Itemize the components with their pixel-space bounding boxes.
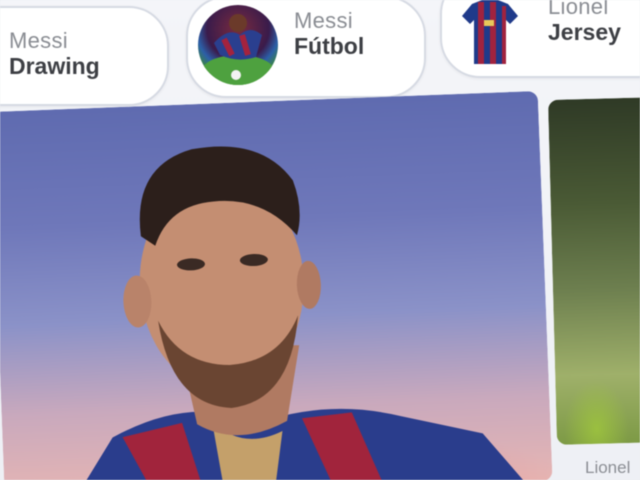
chip-text: Messi Fútbol [294, 8, 364, 60]
chip-messi-futbol[interactable]: Messi Fútbol [186, 0, 426, 98]
chip-label-bottom: Drawing [9, 53, 100, 80]
jersey-icon [462, 0, 518, 64]
chip-label-bottom: Jersey [548, 19, 621, 46]
chip-text: Lionel Jersey [548, 0, 621, 46]
result-caption: Lionel [585, 458, 631, 477]
related-searches-row: Messi Drawing Messi Fútbol Lionel Jersey [0, 0, 640, 110]
chip-label-top: Lionel [548, 0, 609, 19]
chip-label-bottom: Fútbol [294, 33, 365, 60]
chip-text: Messi Drawing [9, 28, 100, 80]
player-portrait-photo [74, 146, 525, 480]
chip-lionel-jersey[interactable]: Lionel Jersey [440, 0, 640, 78]
chip-label-top: Messi [9, 28, 68, 53]
soccer-ball-thumbnail-icon [198, 5, 278, 85]
result-image-side[interactable] [548, 97, 640, 445]
jersey-thumbnail-icon [458, 0, 522, 68]
chip-label-top: Messi [294, 8, 353, 33]
player-illustration-icon [202, 14, 274, 85]
image-search-page: Messi Drawing Messi Fútbol Lionel Jersey… [0, 0, 640, 480]
chip-messi-drawing[interactable]: Messi Drawing [0, 6, 169, 106]
result-image-main[interactable] [0, 90, 553, 480]
